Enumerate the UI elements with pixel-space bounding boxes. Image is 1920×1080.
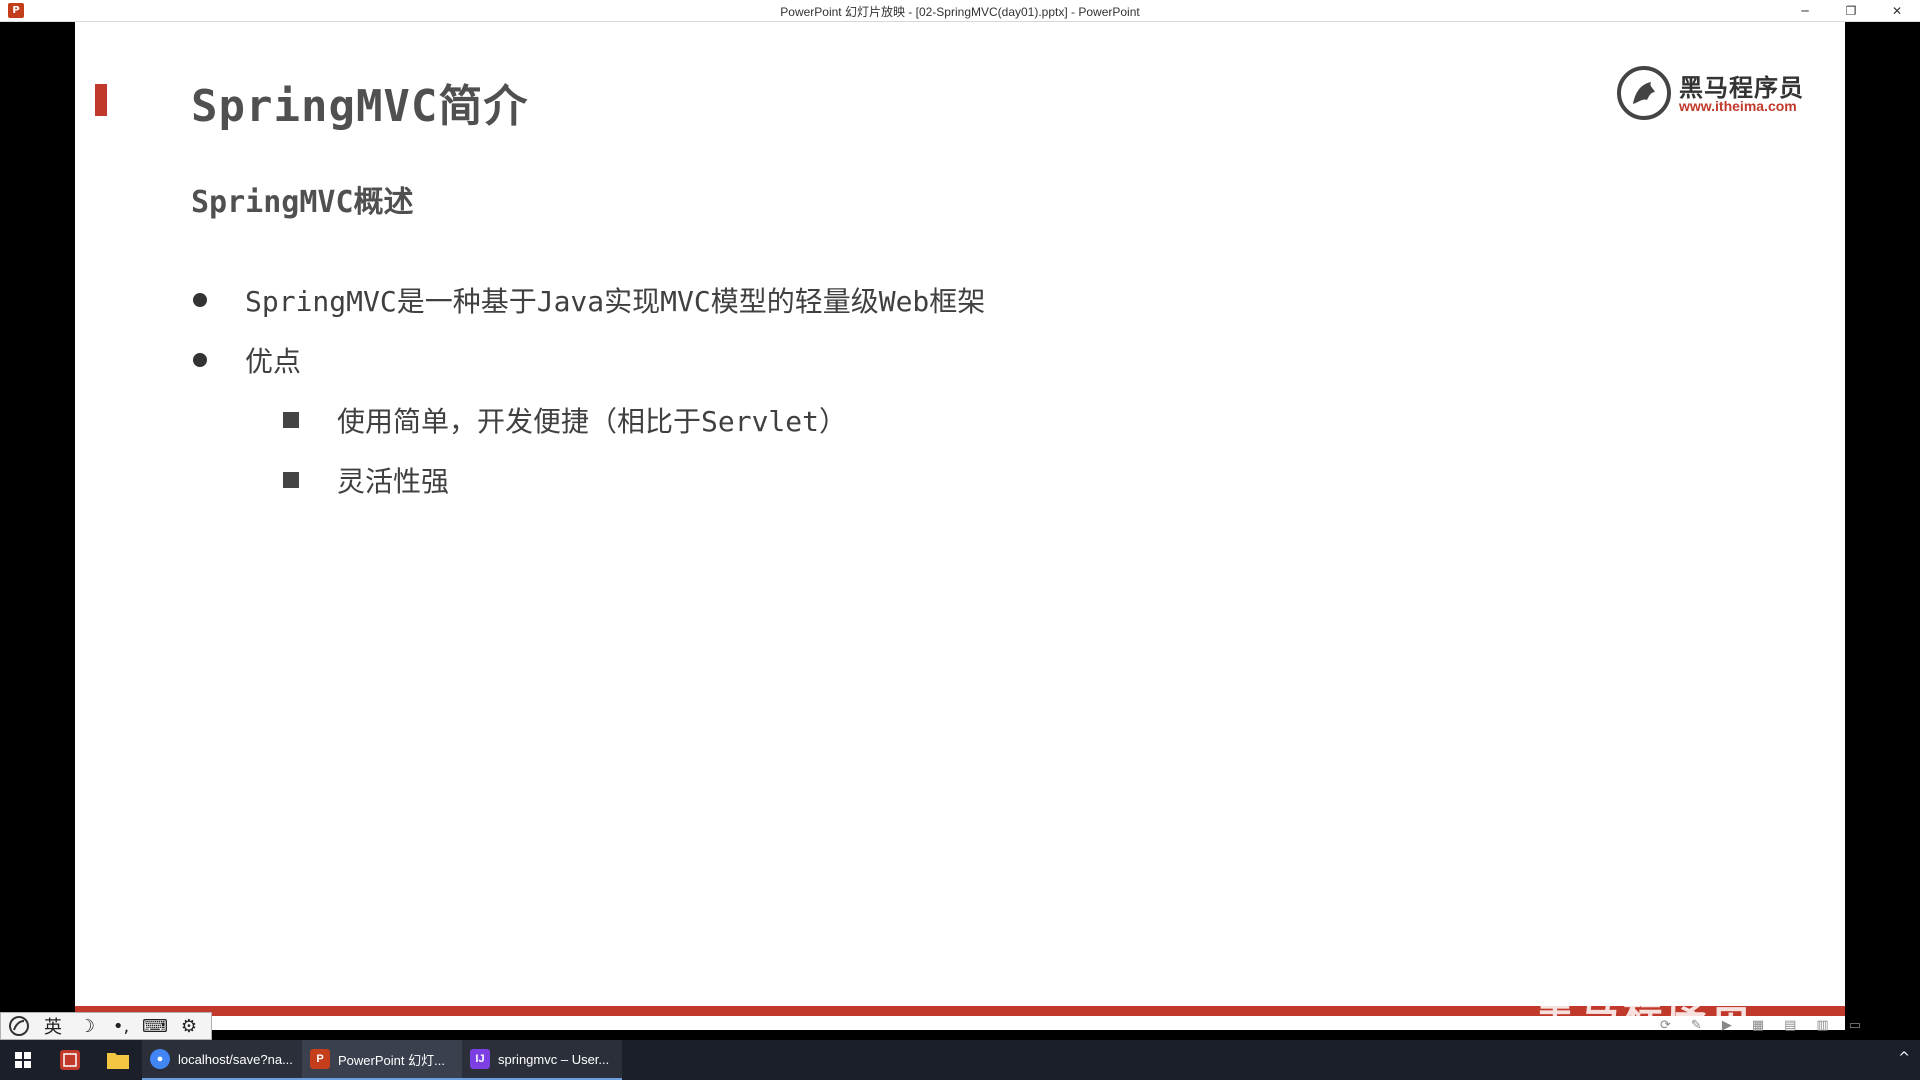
logo-url: www.itheima.com (1679, 98, 1797, 114)
windows-start-icon[interactable] (0, 1040, 46, 1080)
sub-bullet-item: 使用简单，开发便捷（相比于Servlet） (283, 400, 847, 440)
bullet-dot-icon (193, 353, 207, 367)
play-icon[interactable]: ▶ (1722, 1018, 1732, 1033)
file-explorer-icon[interactable] (94, 1040, 142, 1080)
intellij-icon: IJ (470, 1049, 490, 1069)
bullet-text: 优点 (245, 345, 302, 378)
restore-button[interactable]: ❐ (1828, 0, 1874, 22)
chrome-icon: ● (150, 1049, 170, 1069)
close-button[interactable]: ✕ (1874, 0, 1920, 22)
title-accent-bar (95, 84, 107, 116)
ime-toolbar: 英 ☽ •, ⌨ ⚙ (0, 1012, 212, 1040)
taskbar-chrome[interactable]: ● localhost/save?na... (142, 1040, 302, 1080)
taskbar-intellij[interactable]: IJ springmvc – User... (462, 1040, 622, 1080)
taskbar-label: localhost/save?na... (178, 1051, 293, 1067)
tray-chevron-icon[interactable]: ^ (1898, 1050, 1910, 1066)
sub-bullet-item: 灵活性强 (283, 460, 449, 500)
taskbar-powerpoint[interactable]: P PowerPoint 幻灯... (302, 1040, 462, 1080)
app-grid-icon[interactable] (46, 1040, 94, 1080)
monitor-icon[interactable]: ▭ (1849, 1018, 1861, 1033)
bullet-item: 优点 (193, 340, 301, 380)
taskbar-label: PowerPoint 幻灯... (338, 1052, 445, 1068)
reading-icon[interactable]: ▥ (1816, 1018, 1828, 1033)
bullet-item: SpringMVC是一种基于Java实现MVC模型的轻量级Web框架 (193, 280, 985, 320)
bullet-dot-icon (193, 293, 207, 307)
sub-bullet-text: 灵活性强 (337, 465, 450, 498)
window-titlebar: P PowerPoint 幻灯片放映 - [02-SpringMVC(day01… (0, 0, 1920, 22)
horse-logo-icon (1617, 66, 1671, 120)
grid-icon[interactable]: ▦ (1752, 1018, 1764, 1033)
ime-logo-icon[interactable] (5, 1015, 33, 1037)
bullet-square-icon (283, 412, 299, 428)
window-title: PowerPoint 幻灯片放映 - [02-SpringMVC(day01).… (780, 5, 1140, 19)
taskbar: ● localhost/save?na... P PowerPoint 幻灯..… (0, 1040, 1920, 1080)
slide[interactable]: SpringMVC简介 SpringMVC概述 黑马程序员 www.itheim… (75, 22, 1845, 1030)
sub-bullet-text: 使用简单，开发便捷（相比于Servlet） (337, 405, 848, 438)
ime-punctuation-icon[interactable]: •, (107, 1016, 135, 1037)
itheima-logo: 黑马程序员 www.itheima.com (1617, 64, 1807, 120)
minimize-button[interactable]: ─ (1782, 0, 1828, 22)
book-icon[interactable]: ▤ (1784, 1018, 1796, 1033)
ime-language-toggle[interactable]: 英 (39, 1013, 67, 1039)
bullet-text: SpringMVC是一种基于Java实现MVC模型的轻量级Web框架 (245, 285, 986, 318)
taskbar-label: springmvc – User... (498, 1051, 610, 1067)
powerpoint-icon: P (310, 1049, 330, 1069)
ime-settings-icon[interactable]: ⚙ (175, 1016, 203, 1037)
slideshow-controls: ⟳ ✎ ▶ ▦ ▤ ▥ ▭ (1660, 1018, 1861, 1033)
refresh-icon[interactable]: ⟳ (1660, 1018, 1671, 1033)
ime-halfwidth-icon[interactable]: ☽ (73, 1016, 101, 1037)
slide-subtitle: SpringMVC概述 (191, 185, 414, 220)
ime-keyboard-icon[interactable]: ⌨ (141, 1016, 169, 1037)
pen-icon[interactable]: ✎ (1691, 1018, 1702, 1033)
bullet-square-icon (283, 472, 299, 488)
slide-title: SpringMVC简介 (191, 81, 529, 132)
